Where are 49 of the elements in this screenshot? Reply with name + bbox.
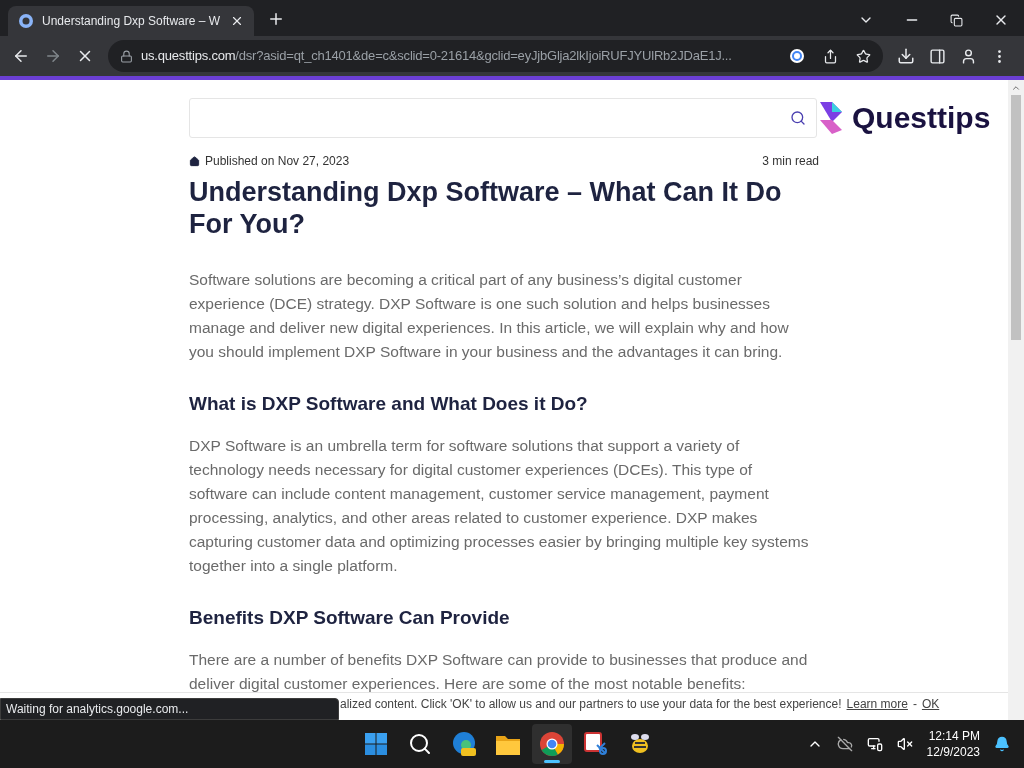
restore-icon[interactable] xyxy=(950,13,963,27)
browser-tab[interactable]: Understanding Dxp Software – W xyxy=(8,6,254,36)
back-icon[interactable] xyxy=(12,47,30,65)
scroll-up-icon[interactable] xyxy=(1011,83,1021,93)
lock-icon xyxy=(120,49,133,63)
new-tab-icon[interactable] xyxy=(267,10,285,28)
site-icon xyxy=(18,13,34,29)
scissors-icon xyxy=(583,731,609,757)
home-icon xyxy=(189,155,200,167)
forward-icon[interactable] xyxy=(44,47,62,65)
search-field[interactable] xyxy=(189,97,817,138)
learn-more-link[interactable]: Learn more xyxy=(846,694,908,713)
clock[interactable]: 12:14 PM 12/9/2023 xyxy=(926,728,980,760)
paragraph: Software solutions are becoming a critical part of any business’s digital customer experience (DCE) strategy. DXP Software is one such solution and helps businesses manage and deliver new digital experiences. In this article, we will explain why and how you should implement DXP Software in your business and the advantages it can bring. xyxy=(189,270,790,362)
paragraph: There are a number of benefits DXP Software can provide to businesses that produce and deliver digital customer experiences. Here are some of the most notable benefits: xyxy=(189,650,809,694)
download-icon[interactable] xyxy=(897,47,915,65)
url-text: us.questtips.com/dsr?asid=qt_ch1401&de=c&sclid=0-21614&gclid=eyJjbGlja2lkIjoiRUFJYUlRb2JDaE1J... xyxy=(141,47,733,66)
search-icon[interactable] xyxy=(790,109,806,126)
separator: - xyxy=(912,695,917,713)
bookmark-star-icon[interactable] xyxy=(856,48,871,64)
profile-icon[interactable] xyxy=(960,47,977,65)
section-heading: Benefits DXP Software Can Provide xyxy=(189,606,511,630)
close-icon[interactable] xyxy=(230,14,244,28)
share-icon[interactable] xyxy=(823,48,838,64)
ok-link[interactable]: OK xyxy=(921,694,940,713)
logo-icon xyxy=(818,99,844,136)
cloud-off-icon[interactable] xyxy=(836,736,853,752)
tab-title: Understanding Dxp Software – W xyxy=(42,13,222,30)
clock-time: 12:14 PM xyxy=(928,728,980,744)
status-bubble: Waiting for analytics.google.com... xyxy=(0,698,339,720)
article-title: Understanding Dxp Software – What Can It Do For You? xyxy=(189,176,783,240)
taskbar-app[interactable] xyxy=(532,724,572,764)
side-panel-icon[interactable] xyxy=(929,47,946,65)
address-bar[interactable]: us.questtips.com/dsr?asid=qt_ch1401&de=c&sclid=0-21614&gclid=eyJjbGlja2lkIjoiRUFJYUlRb2JDaE1J... xyxy=(108,40,883,72)
search-icon xyxy=(408,732,432,756)
notification-bell-icon[interactable] xyxy=(994,736,1010,752)
read-time: 3 min read xyxy=(762,153,819,170)
section-heading: What is DXP Software and What Does it Do? xyxy=(189,392,589,416)
scrollbar[interactable] xyxy=(1008,80,1024,720)
logo-text[interactable]: Questtips xyxy=(852,95,991,140)
muted-speaker-icon[interactable] xyxy=(896,736,913,752)
cookie-text: alized content. Click 'OK' to allow us and our partners to use your data for the best experience! xyxy=(340,695,842,713)
monitor-icon[interactable] xyxy=(866,736,883,752)
windows-icon xyxy=(364,732,388,756)
published-date: Published on Nov 27, 2023 xyxy=(189,152,350,170)
paragraph: DXP Software is an umbrella term for software solutions that support a variety of technology needs necessary for digital customer experiences (DCEs). This type of software can include content management, customer service management, payment processing, analytics, and other areas related to customer experience. DXP makes capturing customer data and optimizing processes easier by bringing multiple key systems together into a single platform. xyxy=(189,436,810,576)
scrollbar-thumb[interactable] xyxy=(1011,95,1021,340)
chrome-icon xyxy=(539,731,565,757)
clock-date: 12/9/2023 xyxy=(926,744,980,760)
